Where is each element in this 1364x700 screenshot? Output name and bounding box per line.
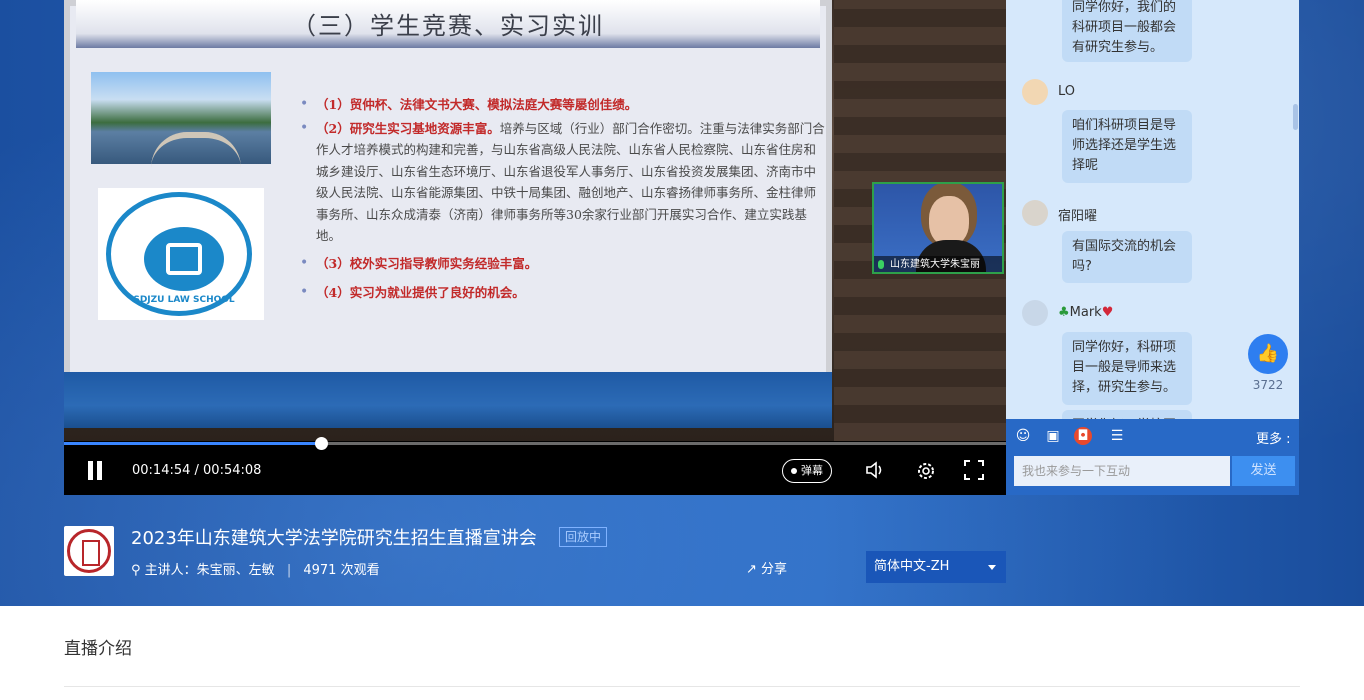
fullscreen-icon[interactable] [962, 460, 986, 482]
danmu-label: 弹幕 [801, 464, 823, 477]
notes-icon[interactable]: ☰ [1108, 427, 1126, 445]
law-school-logo: SDJZU LAW SCHOOL [98, 188, 264, 320]
chat-scrollbar[interactable] [1293, 104, 1298, 130]
status-badge: 回放中 [559, 527, 608, 547]
chat-avatar [1022, 300, 1048, 326]
progress-fill [64, 442, 322, 445]
view-count: 4971 次观看 [303, 563, 380, 578]
chat-bubble: 同学你好，学校同 [1062, 410, 1192, 419]
send-button[interactable]: 发送 [1232, 456, 1295, 486]
stream-title: 2023年山东建筑大学法学院研究生招生直播宣讲会 [131, 528, 537, 549]
thumbs-up-icon: 👍 [1256, 343, 1280, 364]
webcam-overlay[interactable]: 山东建筑大学朱宝丽 [872, 182, 1004, 274]
heart-icon: ♥ [1101, 305, 1114, 320]
pause-icon [97, 461, 102, 480]
divider [64, 686, 1300, 687]
image-icon[interactable]: ▣ [1044, 427, 1062, 445]
chat-username: LO [1058, 84, 1076, 99]
bullet-highlight: （4）实习为就业提供了良好的机会。 [316, 285, 525, 300]
chat-username: ♣Mark♥ [1058, 305, 1113, 320]
logo-ring: SDJZU LAW SCHOOL [106, 192, 252, 316]
chat-bubble: 同学你好，我们的科研项目一般都会有研究生参与。 [1062, 0, 1192, 62]
person-icon: ⚲ [131, 563, 141, 578]
section-title: 直播介绍 [64, 639, 132, 659]
playback-time: 00:14:54 / 00:54:08 [132, 463, 262, 478]
danmu-toggle[interactable]: 弹幕 [782, 459, 832, 483]
slide-title-bar: （三）学生竞赛、实习实训 [76, 0, 820, 48]
clover-icon: ♣ [1058, 305, 1070, 320]
emoji-icon[interactable]: ☺ [1014, 427, 1032, 445]
share-label: 分享 [761, 562, 788, 577]
chat-username-text: Mark [1069, 305, 1102, 320]
pause-icon [88, 461, 93, 480]
chat-bubble: 咱们科研项目是导师选择还是学生选择呢 [1062, 110, 1192, 183]
school-emblem-icon [67, 529, 111, 573]
chat-bubble: 同学你好，科研项目一般是导师来选择，研究生参与。 [1062, 332, 1192, 405]
more-button[interactable]: 更多 : [1256, 428, 1291, 447]
slide-bullet: （4）实习为就业提供了良好的机会。 [300, 282, 826, 304]
like-button[interactable]: 👍 [1248, 334, 1288, 374]
slide-bullet: （1）贸仲杯、法律文书大赛、模拟法庭大赛等屡创佳绩。 [300, 94, 826, 116]
mic-icon [878, 260, 884, 269]
slide-bullet: （3）校外实习指导教师实务经验丰富。 [300, 253, 826, 275]
share-button[interactable]: ↗ 分享 [746, 558, 787, 577]
progress-handle[interactable] [315, 437, 328, 450]
language-select[interactable]: 简体中文-ZH [866, 551, 1006, 583]
slide-bullet-list: （1）贸仲杯、法律文书大赛、模拟法庭大赛等屡创佳绩。 （2）研究生实习基地资源丰… [300, 94, 826, 304]
chat-avatar [1022, 200, 1048, 226]
bullet-text: 培养与区域（行业）部门合作密切。注重与法律实务部门合作人才培养模式的构建和完善，… [316, 120, 825, 244]
logo-text: SDJZU LAW SCHOOL [133, 295, 235, 305]
video-player[interactable]: （三）学生竞赛、实习实训 SDJZU LAW SCHOOL （1）贸仲杯、法律文… [64, 0, 1006, 495]
settings-gear-icon[interactable] [914, 460, 938, 482]
volume-icon[interactable] [864, 460, 888, 482]
chat-username: 宿阳曜 [1058, 209, 1098, 224]
slide-title: （三）学生竞赛、实习实训 [292, 12, 604, 40]
webcam-label: 山东建筑大学朱宝丽 [890, 259, 980, 270]
presenter-head [929, 196, 969, 246]
separator: | [286, 563, 292, 578]
chat-input-bar: 我也来参与一下互动 发送 [1006, 454, 1299, 495]
slide-bullet: （2）研究生实习基地资源丰富。培养与区域（行业）部门合作密切。注重与法律实务部门… [300, 118, 826, 247]
campus-photo [91, 72, 271, 164]
slide-footer-band [64, 372, 832, 428]
hero-banner: （三）学生竞赛、实习实训 SDJZU LAW SCHOOL （1）贸仲杯、法律文… [0, 0, 1364, 606]
chat-avatar [1022, 79, 1048, 105]
pause-button[interactable] [86, 461, 106, 481]
host-names: 主讲人：朱宝丽、左敏 [144, 563, 275, 578]
chevron-down-icon [988, 565, 996, 570]
like-count: 3722 [1252, 378, 1284, 392]
school-avatar [64, 526, 114, 576]
host-line: ⚲ 主讲人：朱宝丽、左敏 | 4971 次观看 [131, 559, 380, 578]
chat-toolbar: ☺ ▣ ◘ ☰ 更多 : [1006, 419, 1299, 454]
presentation-slide: （三）学生竞赛、实习实训 SDJZU LAW SCHOOL （1）贸仲杯、法律文… [64, 0, 832, 428]
bullet-highlight: （3）校外实习指导教师实务经验丰富。 [316, 255, 538, 271]
chat-input[interactable]: 我也来参与一下互动 [1014, 456, 1230, 486]
language-value: 简体中文-ZH [874, 559, 950, 574]
chat-bubble: 有国际交流的机会吗? [1062, 231, 1192, 283]
bullet-highlight: （2）研究生实习基地资源丰富。 [316, 120, 500, 136]
bullet-highlight: （1）贸仲杯、法律文书大赛、模拟法庭大赛等屡创佳绩。 [316, 97, 638, 112]
share-icon: ↗ [746, 562, 757, 577]
gift-icon[interactable]: ◘ [1074, 427, 1092, 445]
webcam-label-bar: 山东建筑大学朱宝丽 [874, 256, 1002, 272]
more-label: 更多 [1256, 432, 1283, 447]
logo-emblem [144, 227, 224, 291]
danmu-dot-icon [791, 468, 797, 474]
